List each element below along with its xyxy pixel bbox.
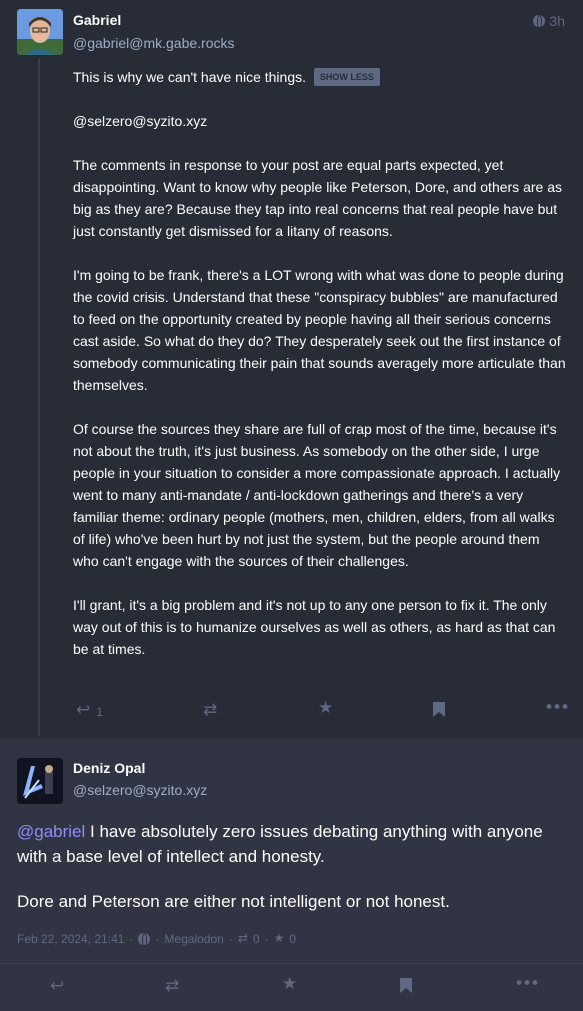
status-meta: Feb 22, 2024, 21:41 · · Megalodon · ⇄ 0 …: [17, 931, 297, 947]
boost-button[interactable]: ⇄: [165, 978, 179, 995]
ellipsis-icon: •••: [544, 698, 570, 718]
more-button[interactable]: •••: [544, 698, 570, 718]
favourite-button[interactable]: ★: [282, 976, 297, 993]
thread-line: [38, 58, 40, 736]
avatar[interactable]: [17, 9, 63, 55]
content-warning: This is why we can't have nice things. S…: [73, 66, 568, 88]
author-handle[interactable]: @selzero@syzito.xyz: [73, 782, 207, 798]
status-date[interactable]: Feb 22, 2024, 21:41: [17, 932, 124, 946]
boost-button[interactable]: ⇄: [203, 702, 217, 719]
paragraph: The comments in response to your post ar…: [73, 157, 562, 239]
status-deniz-opal: Deniz Opal @selzero@syzito.xyz @gabriel …: [0, 738, 583, 1011]
reply-button[interactable]: ↩: [50, 978, 64, 995]
status-content: This is why we can't have nice things. S…: [73, 66, 568, 682]
boost-count: 0: [252, 931, 260, 946]
reply-icon: ↩: [50, 976, 65, 996]
paragraph-text: I have absolutely zero issues debating a…: [17, 822, 543, 866]
avatar[interactable]: [17, 758, 63, 804]
favourite-button[interactable]: ★: [318, 700, 333, 717]
bookmark-button[interactable]: [433, 702, 445, 717]
paragraph: I'm going to be frank, there's a LOT wro…: [73, 267, 566, 393]
relative-time: 3h: [549, 13, 565, 29]
bookmark-icon: [400, 978, 412, 993]
globe-icon: [533, 15, 546, 29]
more-button[interactable]: •••: [514, 974, 540, 994]
status-content: @gabriel I have absolutely zero issues d…: [17, 819, 567, 934]
favourite-count: 0: [289, 931, 297, 946]
divider: [0, 963, 583, 964]
bookmark-button[interactable]: [400, 978, 412, 993]
retweet-icon: ⇄: [237, 931, 248, 945]
cw-text: This is why we can't have nice things.: [73, 69, 307, 85]
ellipsis-icon: •••: [514, 974, 540, 994]
reply-count: 1: [96, 705, 103, 719]
status-gabriel: Gabriel @gabriel@mk.gabe.rocks 3h This i…: [0, 0, 583, 738]
author-name[interactable]: Gabriel: [73, 12, 121, 28]
paragraph: @gabriel I have absolutely zero issues d…: [17, 819, 567, 869]
author-name[interactable]: Deniz Opal: [73, 760, 145, 776]
reply-icon: ↩: [76, 700, 91, 720]
retweet-icon: ⇄: [203, 700, 218, 720]
paragraph: Of course the sources they share are ful…: [73, 421, 561, 569]
bookmark-icon: [433, 702, 445, 717]
mention-link[interactable]: @gabriel: [17, 822, 85, 841]
star-icon: ★: [318, 698, 334, 718]
author-handle[interactable]: @gabriel@mk.gabe.rocks: [73, 35, 235, 51]
show-less-button[interactable]: SHOW LESS: [313, 68, 380, 86]
reply-button[interactable]: ↩ 1: [76, 700, 103, 720]
mention-line[interactable]: @selzero@syzito.xyz: [73, 110, 568, 132]
star-icon: ★: [273, 931, 285, 945]
retweet-icon: ⇄: [165, 976, 180, 996]
globe-icon: [138, 932, 151, 947]
star-icon: ★: [282, 974, 298, 994]
client-name: Megalodon: [164, 931, 224, 946]
paragraph: Dore and Peterson are either not intelli…: [17, 892, 450, 911]
status-timestamp[interactable]: 3h: [533, 13, 565, 29]
paragraph: I'll grant, it's a big problem and it's …: [73, 597, 556, 657]
